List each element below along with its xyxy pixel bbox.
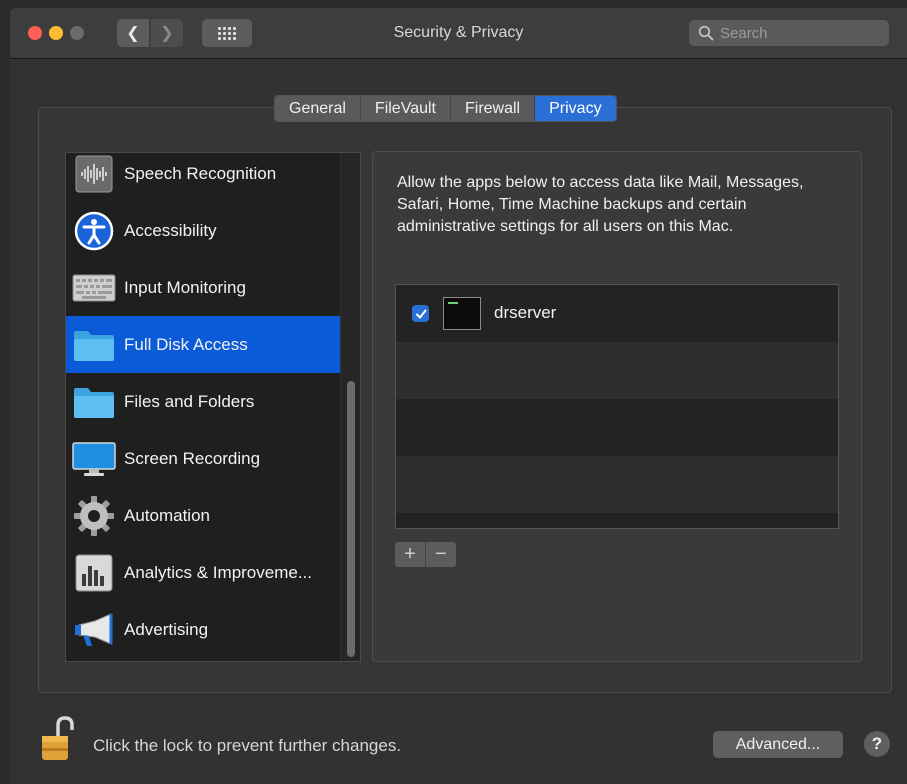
privacy-detail-panel: Allow the apps below to access data like… — [372, 151, 862, 662]
sidebar-item-label: Advertising — [124, 619, 209, 639]
tab-general[interactable]: General — [275, 96, 361, 121]
sidebar-item-label: Speech Recognition — [124, 163, 277, 183]
tab-filevault[interactable]: FileVault — [360, 96, 451, 121]
sidebar-item-screen-recording[interactable]: Screen Recording — [66, 430, 340, 487]
empty-row — [396, 513, 838, 528]
scrollbar-thumb[interactable] — [347, 381, 355, 657]
sidebar-item-files-and-folders[interactable]: Files and Folders — [66, 373, 340, 430]
add-remove-control: + − — [395, 542, 456, 567]
empty-row — [396, 342, 838, 399]
sidebar-item-speech-recognition[interactable]: Speech Recognition — [66, 153, 340, 202]
search-field[interactable]: Search — [689, 20, 889, 46]
app-enabled-checkbox[interactable] — [412, 305, 429, 322]
waveform-icon — [72, 153, 116, 196]
sidebar-item-full-disk-access[interactable]: Full Disk Access — [66, 316, 340, 373]
sidebar-item-input-monitoring[interactable]: Input Monitoring — [66, 259, 340, 316]
advanced-button[interactable]: Advanced... — [713, 731, 843, 758]
access-description: Allow the apps below to access data like… — [397, 174, 804, 235]
tab-privacy[interactable]: Privacy — [535, 96, 616, 121]
add-app-button[interactable]: + — [395, 542, 426, 567]
tab-firewall[interactable]: Firewall — [450, 96, 536, 121]
security-privacy-window: ❮ ❯ Security & Privacy Search General Fi… — [10, 8, 907, 784]
lock-message: Click the lock to prevent further change… — [93, 736, 402, 755]
gear-icon — [72, 494, 116, 538]
keyboard-icon — [72, 266, 116, 310]
megaphone-icon — [72, 608, 116, 652]
sidebar-item-advertising[interactable]: Advertising — [66, 601, 340, 658]
sidebar-item-automation[interactable]: Automation — [66, 487, 340, 544]
display-icon — [72, 437, 116, 481]
remove-app-button[interactable]: − — [426, 542, 456, 567]
folder-icon — [72, 323, 116, 367]
empty-row — [396, 399, 838, 456]
sidebar-item-label: Analytics & Improveme... — [124, 562, 313, 582]
app-list[interactable]: drserver — [395, 284, 839, 529]
app-name: drserver — [494, 303, 557, 322]
tab-bar: General FileVault Firewall Privacy — [274, 95, 617, 122]
sidebar-item-label: Screen Recording — [124, 448, 261, 468]
list-scrollbar[interactable] — [340, 153, 360, 661]
bar-chart-icon — [72, 551, 116, 595]
list-item[interactable]: drserver — [396, 285, 838, 342]
sidebar-item-label: Files and Folders — [124, 391, 255, 411]
accessibility-icon — [72, 209, 116, 253]
checkmark-icon — [415, 309, 426, 318]
sidebar-item-label: Full Disk Access — [124, 334, 248, 354]
sidebar-item-label: Accessibility — [124, 220, 217, 240]
folder-icon — [72, 380, 116, 424]
search-icon — [698, 25, 714, 41]
empty-row — [396, 456, 838, 513]
sidebar-item-analytics[interactable]: Analytics & Improveme... — [66, 544, 340, 601]
sidebar-item-label: Input Monitoring — [124, 277, 246, 297]
terminal-icon — [443, 297, 481, 330]
sidebar-item-label: Automation — [124, 505, 210, 525]
sidebar-item-accessibility[interactable]: Accessibility — [66, 202, 340, 259]
lock-icon[interactable] — [40, 716, 74, 762]
title-bar: ❮ ❯ Security & Privacy Search — [10, 8, 907, 59]
privacy-category-list[interactable]: Speech Recognition Accessibility Input M… — [65, 152, 361, 662]
help-button[interactable]: ? — [864, 731, 890, 757]
search-placeholder: Search — [720, 24, 768, 42]
